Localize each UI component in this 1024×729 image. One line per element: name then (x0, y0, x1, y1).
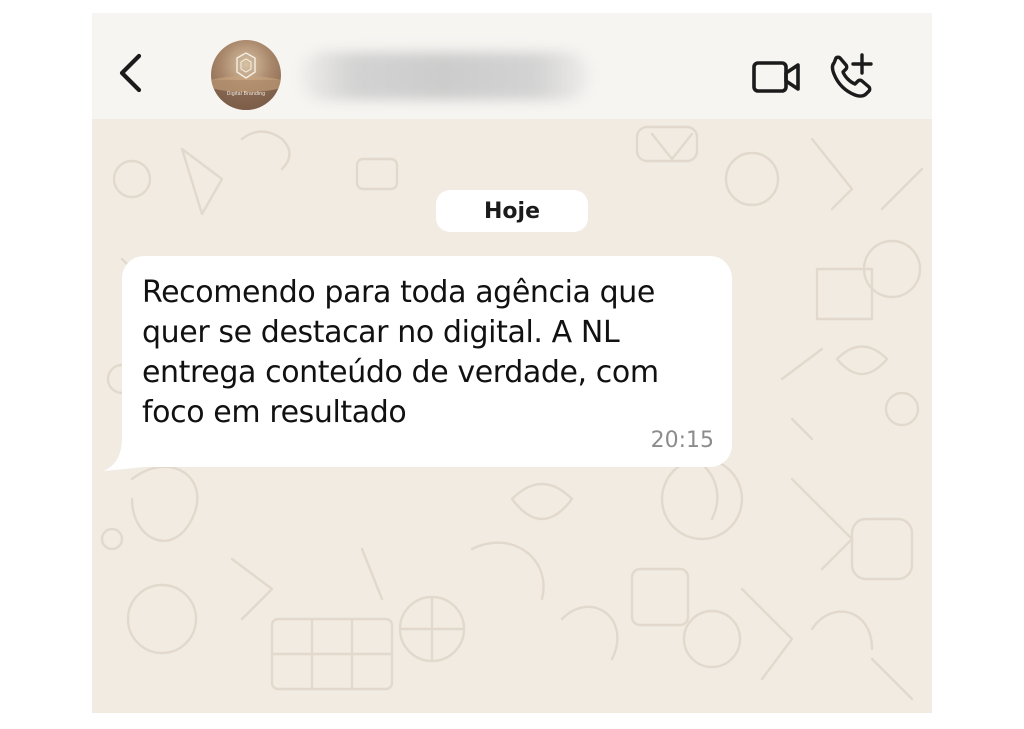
back-button[interactable] (110, 51, 150, 99)
chat-header: Digital Branding (92, 13, 932, 119)
chat-window: Digital Branding Hoje Recomendo para tod… (92, 13, 932, 713)
avatar-logo-image (211, 52, 281, 110)
video-call-button[interactable] (748, 53, 804, 101)
video-camera-icon (748, 61, 804, 105)
chat-background: Hoje Recomendo para toda agência que que… (92, 119, 932, 713)
message-text: Recomendo para toda agência que quer se … (142, 275, 659, 430)
avatar-caption: Digital Branding (226, 91, 266, 97)
message-bubble[interactable]: Recomendo para toda agência que quer se … (122, 256, 732, 467)
chevron-left-icon (115, 50, 145, 101)
phone-add-icon (824, 53, 876, 107)
avatar[interactable]: Digital Branding (211, 40, 281, 110)
voice-call-button[interactable] (824, 51, 876, 103)
date-separator: Hoje (436, 190, 588, 232)
contact-name-blurred[interactable] (300, 52, 590, 100)
message-timestamp: 20:15 (650, 428, 714, 453)
